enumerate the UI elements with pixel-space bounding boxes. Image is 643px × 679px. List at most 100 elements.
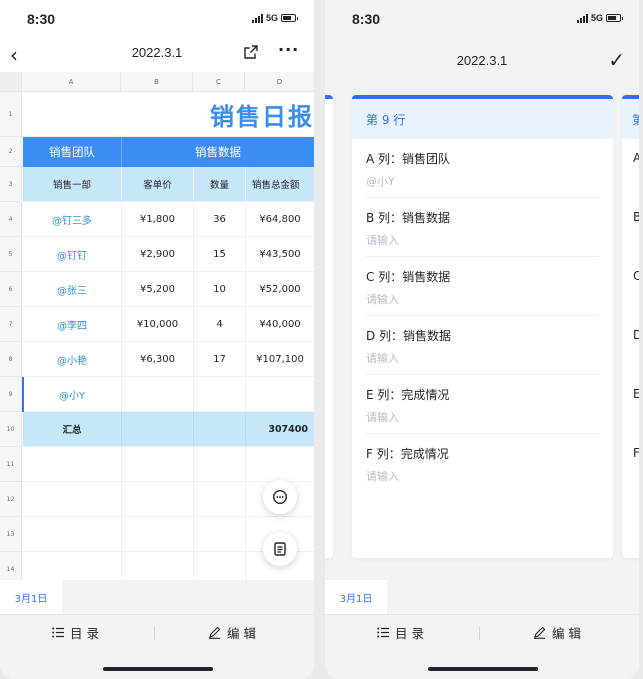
table-row: 销售日报 <box>23 92 314 137</box>
field-label: B 列：销售数据 <box>366 211 451 225</box>
table-cell[interactable]: @小Y <box>23 377 122 411</box>
header-team-cell[interactable]: 销售团队 <box>23 137 122 167</box>
table-cell[interactable]: @钉三多 <box>23 202 122 236</box>
field-input[interactable]: 请输入 <box>366 291 599 307</box>
subheader-cell[interactable]: 客单价 <box>122 167 194 201</box>
row-header[interactable]: 8 <box>0 342 21 377</box>
table-cell[interactable]: ¥2,900 <box>122 237 194 271</box>
total-value-cell[interactable]: 307400 <box>246 412 314 446</box>
table-cell[interactable]: 36 <box>194 202 246 236</box>
row-header[interactable]: 10 <box>0 412 21 447</box>
table-cell[interactable]: ¥43,500 <box>246 237 314 271</box>
share-icon[interactable] <box>244 45 258 59</box>
column-header-c[interactable]: C <box>193 72 245 91</box>
edit-button[interactable]: 编 辑 <box>208 623 256 642</box>
column-header-a[interactable]: A <box>22 72 121 91</box>
table-cell[interactable]: @钉钉 <box>23 237 122 271</box>
row-header[interactable]: 2 <box>0 137 21 167</box>
row-header[interactable]: 1 <box>0 92 21 137</box>
table-cell[interactable]: @李四 <box>23 307 122 341</box>
column-header-b[interactable]: B <box>121 72 193 91</box>
table-cell[interactable]: @张三 <box>23 272 122 306</box>
subheader-cell[interactable]: 销售总金额 <box>246 167 314 201</box>
field-input[interactable]: 请输入 <box>366 350 599 366</box>
field-e[interactable]: E 列：完成情况 请输入 <box>366 375 599 434</box>
table-cell[interactable]: ¥64,800 <box>246 202 314 236</box>
toc-button[interactable]: 目 录 <box>377 623 424 642</box>
field-f[interactable]: F 列：完成情况 请输入 <box>366 434 599 493</box>
previous-row-card[interactable] <box>325 95 333 558</box>
table-cell[interactable]: ¥107,100 <box>246 342 314 376</box>
row-header[interactable]: 5 <box>0 237 21 272</box>
table-cell[interactable] <box>122 377 194 411</box>
field-input[interactable]: 请输入 <box>366 409 599 425</box>
comment-icon <box>272 489 288 505</box>
next-row-card[interactable]: 第 A B C D E F <box>622 95 639 558</box>
next-card-title: 第 <box>622 99 639 139</box>
row-header[interactable]: 9 <box>0 377 21 412</box>
total-cell[interactable] <box>194 412 246 446</box>
signal-icon <box>576 13 588 23</box>
edit-button[interactable]: 编 辑 <box>533 623 581 642</box>
row-header[interactable]: 3 <box>0 167 21 202</box>
card-view-fab[interactable] <box>263 532 297 566</box>
row-header[interactable]: 4 <box>0 202 21 237</box>
subheader-cell[interactable]: 数量 <box>194 167 246 201</box>
table-cell[interactable]: 4 <box>194 307 246 341</box>
sheet-tab-active[interactable]: 3月1日 <box>325 580 387 614</box>
table-cell[interactable]: @小艳 <box>23 342 122 376</box>
table-cell[interactable]: ¥52,000 <box>246 272 314 306</box>
field-value[interactable]: @小Y <box>366 173 599 189</box>
field-input[interactable]: 请输入 <box>366 232 599 248</box>
battery-icon <box>281 14 298 22</box>
next-field-label: A <box>633 151 639 165</box>
table-cell[interactable] <box>194 377 246 411</box>
row-header[interactable]: 14 <box>0 552 21 582</box>
field-input[interactable]: 请输入 <box>366 468 599 484</box>
row-header[interactable]: 7 <box>0 307 21 342</box>
row-header[interactable]: 11 <box>0 447 21 482</box>
corner-cell[interactable] <box>0 72 22 91</box>
field-a[interactable]: A 列：销售团队 @小Y <box>366 139 599 198</box>
table-cell[interactable]: 15 <box>194 237 246 271</box>
column-header-d[interactable]: D <box>245 72 314 91</box>
battery-icon <box>606 14 623 22</box>
table-cell[interactable]: ¥6,300 <box>122 342 194 376</box>
table-row: @小艳 ¥6,300 17 ¥107,100 <box>23 342 314 377</box>
bottom-toolbar: 目 录 编 辑 <box>325 614 639 679</box>
table-cell[interactable]: 10 <box>194 272 246 306</box>
comment-fab[interactable] <box>263 480 297 514</box>
sheet-title-cell[interactable]: 销售日报 <box>23 92 314 136</box>
table-cell[interactable]: ¥40,000 <box>246 307 314 341</box>
table-cell[interactable] <box>246 377 314 411</box>
table-cell[interactable]: ¥5,200 <box>122 272 194 306</box>
table-row: @钉三多 ¥1,800 36 ¥64,800 <box>23 202 314 237</box>
table-cell[interactable]: 17 <box>194 342 246 376</box>
field-b[interactable]: B 列：销售数据 请输入 <box>366 198 599 257</box>
divider <box>479 627 480 640</box>
nav-bar: 2022.3.1 ✓ <box>325 46 639 80</box>
spreadsheet[interactable]: A B C D 1 2 3 4 5 6 7 8 9 10 11 12 13 14… <box>0 72 314 582</box>
more-icon[interactable]: ··· <box>278 40 299 59</box>
field-d[interactable]: D 列：销售数据 请输入 <box>366 316 599 375</box>
field-label: F 列：完成情况 <box>366 447 449 461</box>
next-field-label: B <box>633 210 639 224</box>
header-data-cell[interactable]: 销售数据 <box>122 137 314 167</box>
sheet-tab-active[interactable]: 3月1日 <box>0 580 62 614</box>
table-row: 销售一部 客单价 数量 销售总金额 <box>23 167 314 202</box>
total-label-cell[interactable]: 汇总 <box>23 412 122 446</box>
row-header[interactable]: 6 <box>0 272 21 307</box>
next-field-label: E <box>633 387 639 401</box>
field-c[interactable]: C 列：销售数据 请输入 <box>366 257 599 316</box>
toc-button[interactable]: 目 录 <box>52 623 99 642</box>
table-cell[interactable]: ¥10,000 <box>122 307 194 341</box>
signal-icon <box>251 13 263 23</box>
total-cell[interactable] <box>122 412 194 446</box>
home-indicator <box>103 667 213 671</box>
subheader-cell[interactable]: 销售一部 <box>23 167 122 201</box>
row-header[interactable]: 13 <box>0 517 21 552</box>
confirm-check-icon[interactable]: ✓ <box>608 48 625 72</box>
spreadsheet-screen: 8:30 5G ‹ 2022.3.1 ··· A B C D 1 2 3 4 5… <box>0 0 314 679</box>
table-cell[interactable]: ¥1,800 <box>122 202 194 236</box>
row-header[interactable]: 12 <box>0 482 21 517</box>
